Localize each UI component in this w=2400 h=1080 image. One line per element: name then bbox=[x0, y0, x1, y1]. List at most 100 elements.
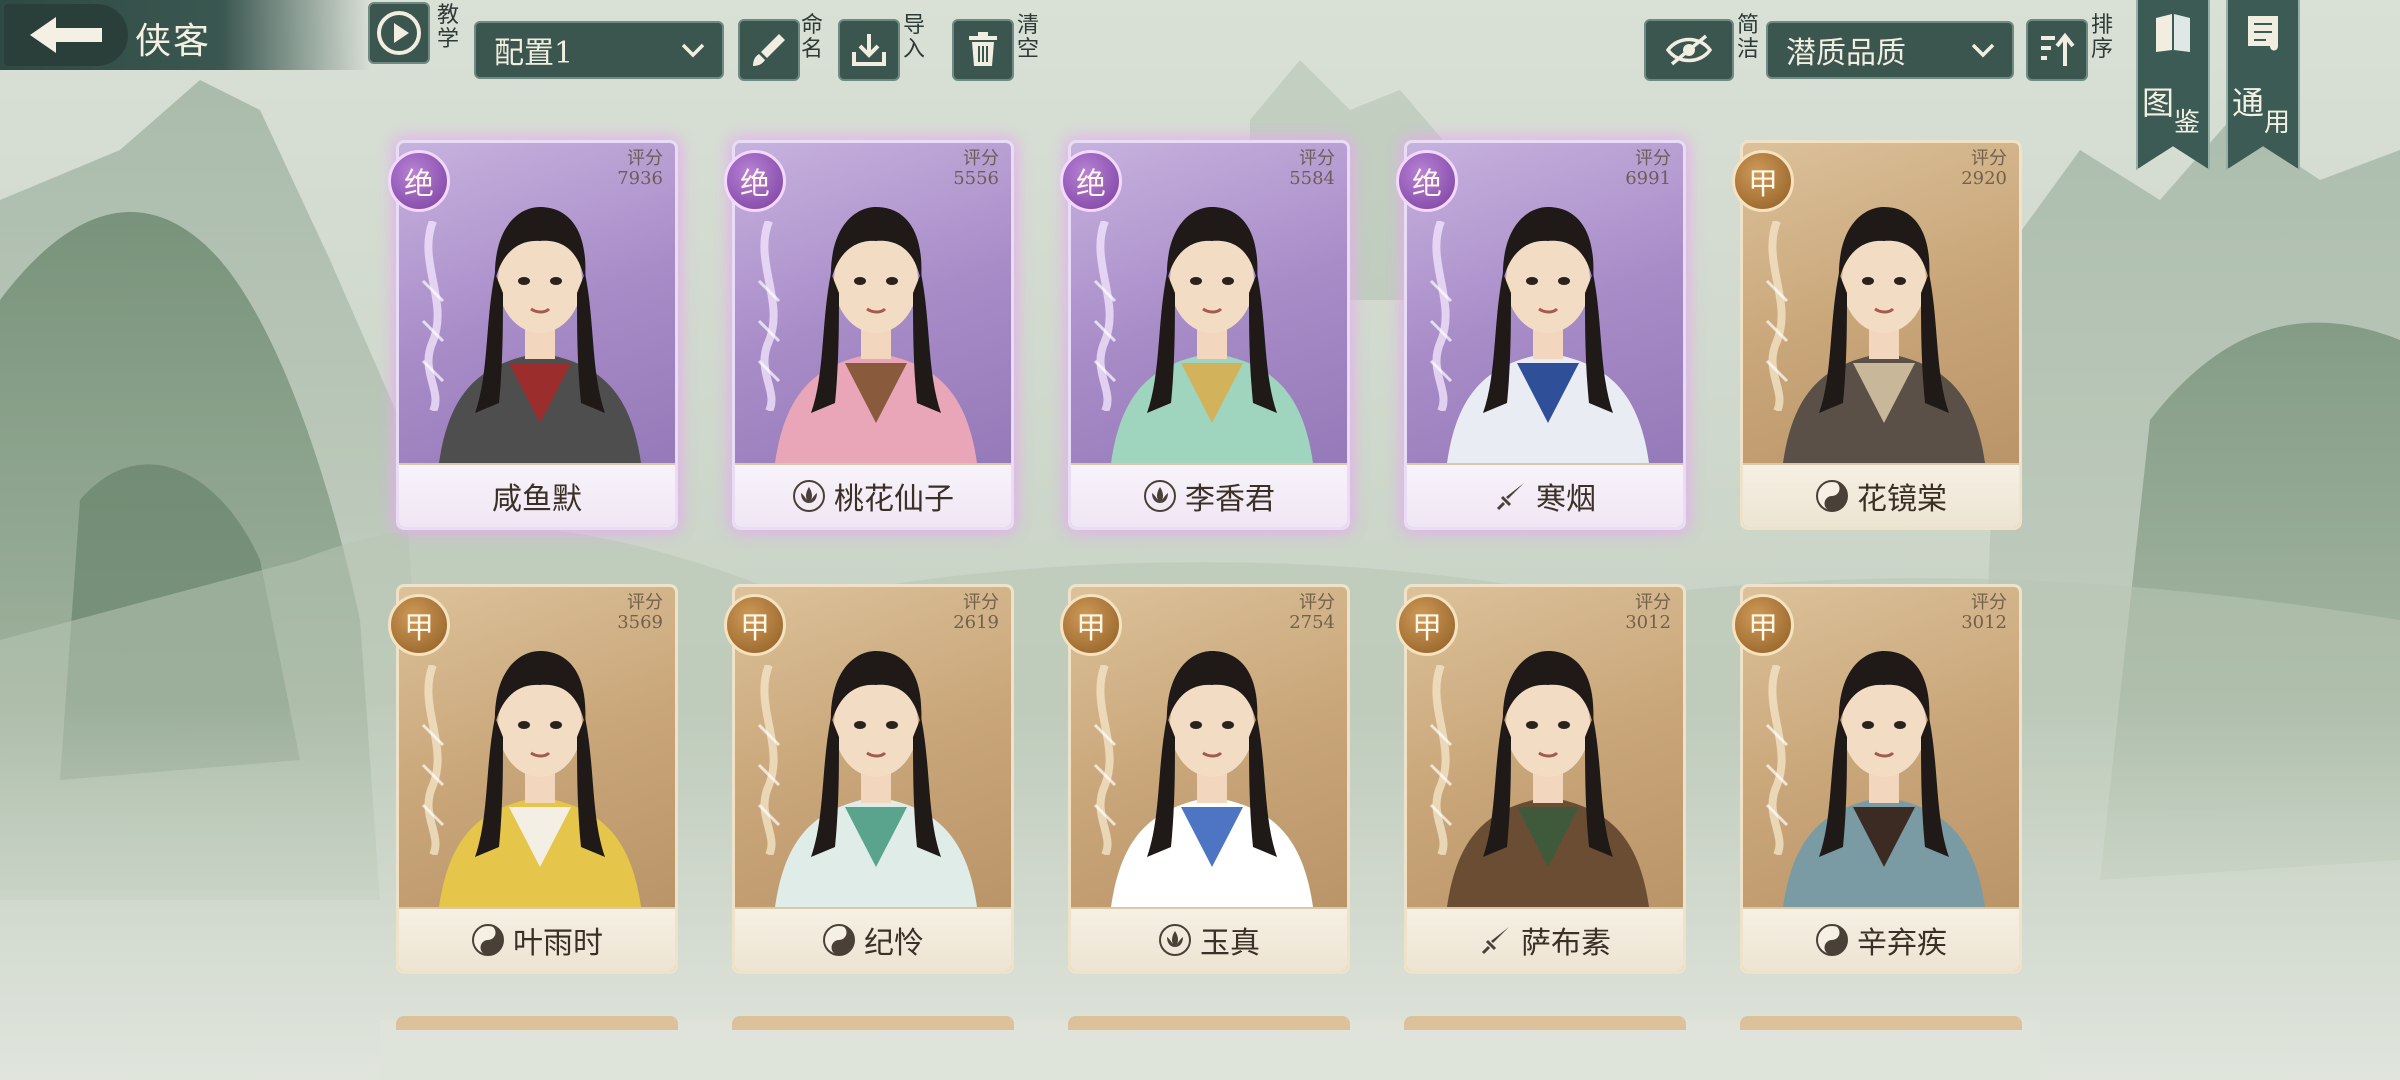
grade-badge: 绝 bbox=[724, 150, 786, 212]
score-label: 评分 3012 bbox=[1625, 593, 1671, 633]
import-label: 导入 bbox=[902, 13, 925, 62]
filter-select-value: 潜质品质 bbox=[1786, 36, 1906, 71]
tutorial-button[interactable] bbox=[368, 2, 430, 64]
import-button[interactable] bbox=[838, 19, 900, 81]
character-name: 李香君 bbox=[1185, 482, 1275, 517]
title-banner: 侠客 bbox=[0, 0, 370, 70]
character-card[interactable]: 评分 2754 玉真 甲 bbox=[1060, 584, 1350, 974]
character-card[interactable]: 评分 7936 咸鱼默 绝 bbox=[388, 140, 678, 530]
config-select-value: 配置1 bbox=[494, 36, 574, 71]
score-value: 5556 bbox=[953, 168, 999, 189]
character-name: 辛弃疾 bbox=[1857, 926, 1947, 961]
rename-label: 命名 bbox=[800, 13, 823, 62]
character-name: 玉真 bbox=[1200, 926, 1260, 961]
back-button[interactable] bbox=[4, 4, 128, 66]
lotus-icon bbox=[1144, 480, 1176, 512]
rank-ribbon bbox=[1429, 221, 1453, 411]
card-namebar: 寒烟 bbox=[1407, 463, 1683, 527]
character-card[interactable]: 评分 5584 李香君 绝 bbox=[1060, 140, 1350, 530]
character-card[interactable]: 评分 2619 纪怜 甲 bbox=[724, 584, 1014, 974]
sword-icon bbox=[1481, 927, 1509, 955]
score-value: 7936 bbox=[617, 168, 663, 189]
score-label: 评分 7936 bbox=[617, 149, 663, 189]
back-arrow-icon bbox=[30, 17, 102, 53]
card-namebar: 叶雨时 bbox=[399, 907, 675, 971]
grade-badge: 甲 bbox=[388, 594, 450, 656]
score-value: 3012 bbox=[1961, 612, 2007, 633]
tab-general-label-1: 通 bbox=[2232, 84, 2265, 122]
sword-icon bbox=[1496, 483, 1524, 511]
top-bar: 侠客 教学 配置1 命名 导入 清空 简洁 潜质品质 排序 图 鉴 通 用 bbox=[0, 0, 2400, 170]
rank-ribbon bbox=[757, 221, 781, 411]
rename-button[interactable] bbox=[738, 19, 800, 81]
tab-codex-label-1: 图 bbox=[2142, 84, 2175, 122]
grade-badge: 绝 bbox=[388, 150, 450, 212]
tab-codex-label-2: 鉴 bbox=[2174, 108, 2201, 138]
character-name: 纪怜 bbox=[864, 926, 924, 961]
card-namebar: 桃花仙子 bbox=[735, 463, 1011, 527]
character-card[interactable]: 评分 3012 辛弃疾 甲 bbox=[1732, 584, 2022, 974]
score-label: 评分 5556 bbox=[953, 149, 999, 189]
score-label: 评分 2920 bbox=[1961, 149, 2007, 189]
sort-button[interactable] bbox=[2026, 19, 2088, 81]
yin-yang-icon bbox=[1816, 924, 1848, 956]
card-namebar: 李香君 bbox=[1071, 463, 1347, 527]
character-name: 叶雨时 bbox=[513, 926, 603, 961]
character-card[interactable]: 评分 5556 桃花仙子 绝 bbox=[724, 140, 1014, 530]
lotus-icon bbox=[1159, 924, 1191, 956]
rank-ribbon bbox=[1093, 665, 1117, 855]
score-value: 2619 bbox=[953, 612, 999, 633]
yin-yang-icon bbox=[823, 924, 855, 956]
character-card[interactable]: 评分 6991 寒烟 绝 bbox=[1396, 140, 1686, 530]
score-value: 5584 bbox=[1289, 168, 1335, 189]
rank-ribbon bbox=[1765, 221, 1789, 411]
card-namebar: 咸鱼默 bbox=[399, 463, 675, 527]
rank-ribbon bbox=[1093, 221, 1117, 411]
grade-badge: 甲 bbox=[1060, 594, 1122, 656]
character-card[interactable]: 评分 3012 萨布素 甲 bbox=[1396, 584, 1686, 974]
card-namebar: 辛弃疾 bbox=[1743, 907, 2019, 971]
character-card[interactable]: 评分 2920 花镜棠 甲 bbox=[1732, 140, 2022, 530]
character-name: 萨布素 bbox=[1521, 926, 1611, 961]
character-name: 桃花仙子 bbox=[834, 482, 954, 517]
yin-yang-icon bbox=[472, 924, 504, 956]
simple-view-button[interactable] bbox=[1644, 19, 1734, 81]
scroll-icon bbox=[2248, 16, 2278, 51]
score-caption: 评分 bbox=[963, 148, 999, 169]
score-caption: 评分 bbox=[1635, 148, 1671, 169]
rank-ribbon bbox=[421, 665, 445, 855]
grade-badge: 甲 bbox=[1732, 150, 1794, 212]
score-caption: 评分 bbox=[1299, 592, 1335, 613]
score-caption: 评分 bbox=[1971, 592, 2007, 613]
character-card[interactable]: 评分 3569 叶雨时 甲 bbox=[388, 584, 678, 974]
clear-button[interactable] bbox=[952, 19, 1014, 81]
play-icon bbox=[377, 11, 421, 55]
clear-label: 清空 bbox=[1016, 13, 1039, 62]
lotus-icon bbox=[793, 480, 825, 512]
rank-ribbon bbox=[1765, 665, 1789, 855]
grade-badge: 甲 bbox=[1396, 594, 1458, 656]
score-label: 评分 5584 bbox=[1289, 149, 1335, 189]
character-name: 咸鱼默 bbox=[492, 482, 582, 517]
config-select[interactable]: 配置1 bbox=[474, 21, 724, 79]
score-value: 3569 bbox=[617, 612, 663, 633]
score-caption: 评分 bbox=[1635, 592, 1671, 613]
filter-select[interactable]: 潜质品质 bbox=[1766, 21, 2014, 79]
score-value: 2754 bbox=[1289, 612, 1335, 633]
sort-icon bbox=[2041, 32, 2075, 66]
score-label: 评分 2754 bbox=[1289, 593, 1335, 633]
trash-icon bbox=[969, 32, 997, 66]
rank-ribbon bbox=[1429, 665, 1453, 855]
rank-ribbon bbox=[421, 221, 445, 411]
score-value: 6991 bbox=[1625, 168, 1671, 189]
simple-label: 简洁 bbox=[1736, 13, 1759, 62]
grade-badge: 甲 bbox=[724, 594, 786, 656]
score-value: 2920 bbox=[1961, 168, 2007, 189]
yin-yang-icon bbox=[1816, 480, 1848, 512]
card-namebar: 花镜棠 bbox=[1743, 463, 2019, 527]
tab-general-label-2: 用 bbox=[2264, 108, 2291, 138]
chevron-down-icon bbox=[1971, 43, 1995, 58]
tutorial-label: 教学 bbox=[436, 3, 459, 52]
score-caption: 评分 bbox=[1299, 148, 1335, 169]
character-name: 寒烟 bbox=[1536, 482, 1596, 517]
